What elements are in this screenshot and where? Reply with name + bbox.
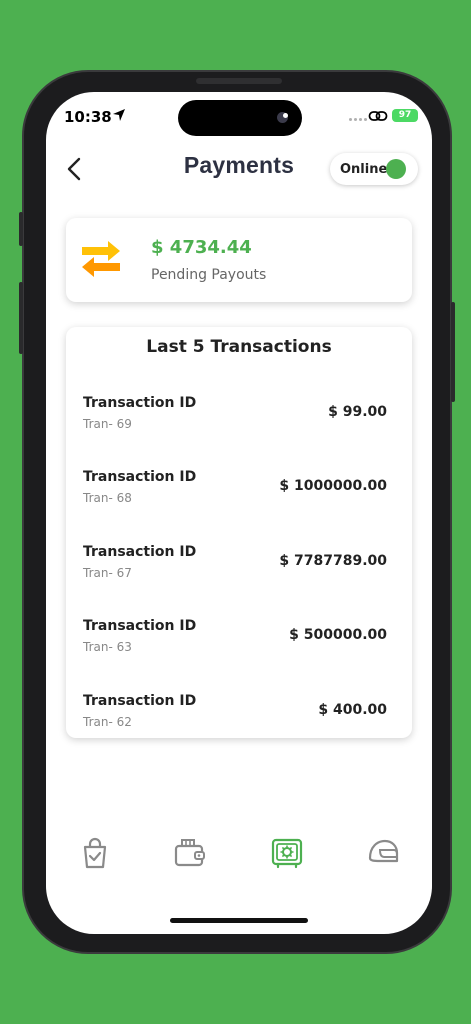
payout-label: Pending Payouts (151, 267, 267, 283)
transaction-row[interactable]: Transaction ID Tran- 69 $ 99.00 (66, 395, 412, 455)
safe-icon[interactable] (270, 836, 304, 870)
transaction-amount: $ 500000.00 (289, 627, 387, 643)
transaction-row[interactable]: Transaction ID Tran- 67 $ 7787789.00 (66, 544, 412, 604)
battery-indicator: 97 (392, 109, 418, 122)
transaction-id: Tran- 69 (83, 417, 132, 431)
transaction-row[interactable]: Transaction ID Tran- 68 $ 1000000.00 (66, 469, 412, 529)
phone-frame: 10:38 97 Payments Online $ 4734.44 Pendi… (19, 70, 455, 954)
transaction-id: Tran- 68 (83, 491, 132, 505)
transaction-amount: $ 99.00 (328, 404, 387, 420)
pending-payouts-card: $ 4734.44 Pending Payouts (66, 218, 412, 302)
volume-button (19, 282, 23, 354)
transactions-card: Last 5 Transactions Transaction ID Tran-… (66, 327, 412, 738)
home-indicator (170, 918, 308, 923)
transaction-amount: $ 7787789.00 (279, 553, 387, 569)
speaker-grille (196, 78, 282, 84)
transaction-id: Tran- 62 (83, 715, 132, 729)
transaction-amount: $ 1000000.00 (279, 478, 387, 494)
helmet-icon[interactable] (366, 836, 400, 870)
dynamic-island (178, 100, 302, 136)
transaction-row[interactable]: Transaction ID Tran- 63 $ 500000.00 (66, 618, 412, 678)
camera-icon (277, 112, 288, 123)
toggle-knob (386, 159, 406, 179)
wallet-icon[interactable] (173, 836, 207, 870)
transaction-label: Transaction ID (83, 469, 197, 485)
transaction-label: Transaction ID (83, 693, 197, 709)
transfer-arrows-icon (82, 241, 120, 277)
transactions-title: Last 5 Transactions (146, 337, 332, 357)
transaction-label: Transaction ID (83, 544, 197, 560)
transaction-label: Transaction ID (83, 395, 197, 411)
power-button (451, 302, 455, 402)
link-icon (368, 111, 388, 121)
screen: 10:38 97 Payments Online $ 4734.44 Pendi… (46, 92, 432, 934)
online-label: Online (340, 161, 388, 177)
payout-amount: $ 4734.44 (151, 237, 252, 258)
location-arrow-icon (113, 109, 125, 121)
transaction-row[interactable]: Transaction ID Tran- 62 $ 400.00 (66, 693, 412, 753)
online-toggle[interactable]: Online (330, 153, 418, 185)
status-time: 10:38 (64, 108, 112, 126)
transaction-label: Transaction ID (83, 618, 197, 634)
transaction-amount: $ 400.00 (318, 702, 387, 718)
signal-icon (349, 118, 367, 121)
transaction-id: Tran- 67 (83, 566, 132, 580)
shopping-bag-check-icon[interactable] (78, 836, 112, 870)
transaction-id: Tran- 63 (83, 640, 132, 654)
silent-switch (19, 212, 23, 246)
